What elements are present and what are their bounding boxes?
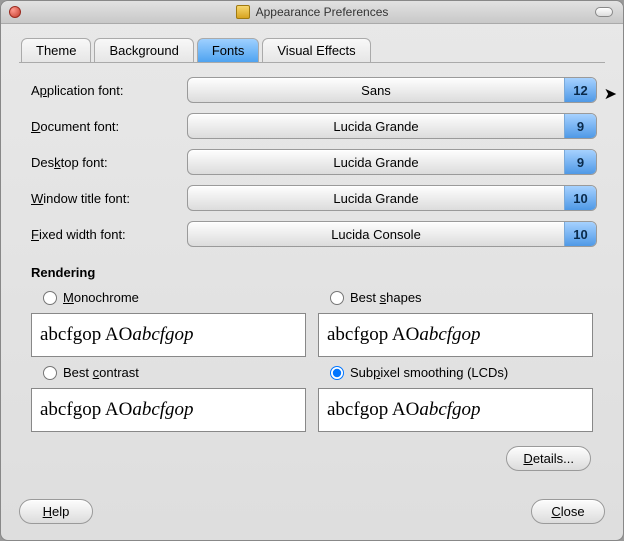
- document-font-name: Lucida Grande: [188, 114, 564, 138]
- application-font-button[interactable]: Sans 12: [187, 77, 597, 103]
- cursor-icon: ➤: [604, 84, 617, 104]
- tab-background[interactable]: Background: [94, 38, 193, 63]
- help-button[interactable]: Help: [19, 499, 93, 524]
- window-title-font-size: 10: [564, 186, 596, 210]
- document-font-size: 9: [564, 114, 596, 138]
- dialog-footer: Help Close: [1, 485, 623, 540]
- window-title-font-label: Window title font:: [27, 191, 187, 206]
- desktop-font-size: 9: [564, 150, 596, 174]
- rendering-monochrome-input[interactable]: [43, 291, 57, 305]
- window-title-font-button[interactable]: Lucida Grande 10: [187, 185, 597, 211]
- close-button[interactable]: Close: [531, 499, 605, 524]
- desktop-font-button[interactable]: Lucida Grande 9: [187, 149, 597, 175]
- document-font-label: Document font:: [27, 119, 187, 134]
- application-font-size: 12: [564, 78, 596, 102]
- fixed-width-font-label: Fixed width font:: [27, 227, 187, 242]
- application-font-label: Application font:: [27, 83, 187, 98]
- tab-theme[interactable]: Theme: [21, 38, 91, 63]
- rendering-best-contrast-radio[interactable]: Best contrast: [31, 363, 306, 382]
- preferences-window: Appearance Preferences ➤ Theme Backgroun…: [0, 0, 624, 541]
- tab-fonts[interactable]: Fonts: [197, 38, 260, 63]
- tab-visual-effects[interactable]: Visual Effects: [262, 38, 370, 63]
- rendering-sample-monochrome: abcfgop AO abcfgop: [31, 313, 306, 357]
- fixed-width-font-name: Lucida Console: [188, 222, 564, 246]
- application-font-name: Sans: [188, 78, 564, 102]
- rendering-subpixel-input[interactable]: [330, 366, 344, 380]
- appearance-icon: [236, 5, 250, 19]
- rendering-sample-subpixel: abcfgop AO abcfgop: [318, 388, 593, 432]
- rendering-sample-contrast: abcfgop AO abcfgop: [31, 388, 306, 432]
- tab-body-fonts: Application font: Sans 12 Document font:…: [19, 62, 605, 471]
- fixed-width-font-button[interactable]: Lucida Console 10: [187, 221, 597, 247]
- titlebar: Appearance Preferences: [1, 1, 623, 24]
- fixed-width-font-size: 10: [564, 222, 596, 246]
- window-title-font-name: Lucida Grande: [188, 186, 564, 210]
- rendering-best-shapes-input[interactable]: [330, 291, 344, 305]
- desktop-font-name: Lucida Grande: [188, 150, 564, 174]
- details-button[interactable]: Details...: [506, 446, 591, 471]
- document-font-button[interactable]: Lucida Grande 9: [187, 113, 597, 139]
- tabs: Theme Background Fonts Visual Effects: [19, 38, 605, 63]
- window-title: Appearance Preferences: [256, 5, 389, 19]
- rendering-monochrome-radio[interactable]: Monochrome: [31, 288, 306, 307]
- rendering-subpixel-radio[interactable]: Subpixel smoothing (LCDs): [318, 363, 593, 382]
- window-close-button[interactable]: [9, 6, 21, 18]
- rendering-best-shapes-radio[interactable]: Best shapes: [318, 288, 593, 307]
- rendering-sample-shapes: abcfgop AO abcfgop: [318, 313, 593, 357]
- window-pill-button[interactable]: [595, 7, 613, 17]
- rendering-heading: Rendering: [31, 265, 597, 280]
- desktop-font-label: Desktop font:: [27, 155, 187, 170]
- rendering-best-contrast-input[interactable]: [43, 366, 57, 380]
